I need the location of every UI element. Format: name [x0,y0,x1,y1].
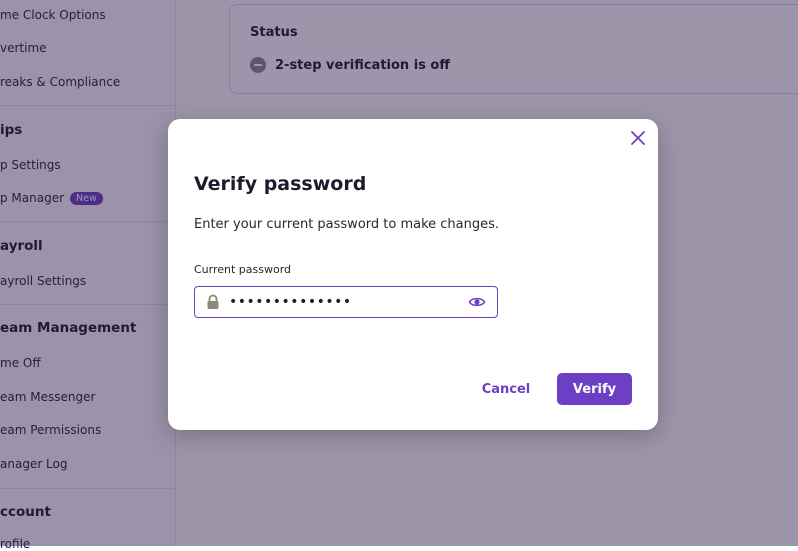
dialog-title: Verify password [194,173,367,195]
lock-icon [207,294,219,309]
current-password-input[interactable] [229,291,461,313]
eye-icon[interactable] [468,294,486,310]
dialog-description: Enter your current password to make chan… [194,217,500,232]
verify-button[interactable]: Verify [557,373,632,405]
verify-password-dialog: Verify password Enter your current passw… [168,119,658,430]
close-icon[interactable] [629,129,647,147]
cancel-button[interactable]: Cancel [471,373,541,405]
current-password-label: Current password [194,263,292,276]
current-password-field[interactable] [194,286,498,318]
